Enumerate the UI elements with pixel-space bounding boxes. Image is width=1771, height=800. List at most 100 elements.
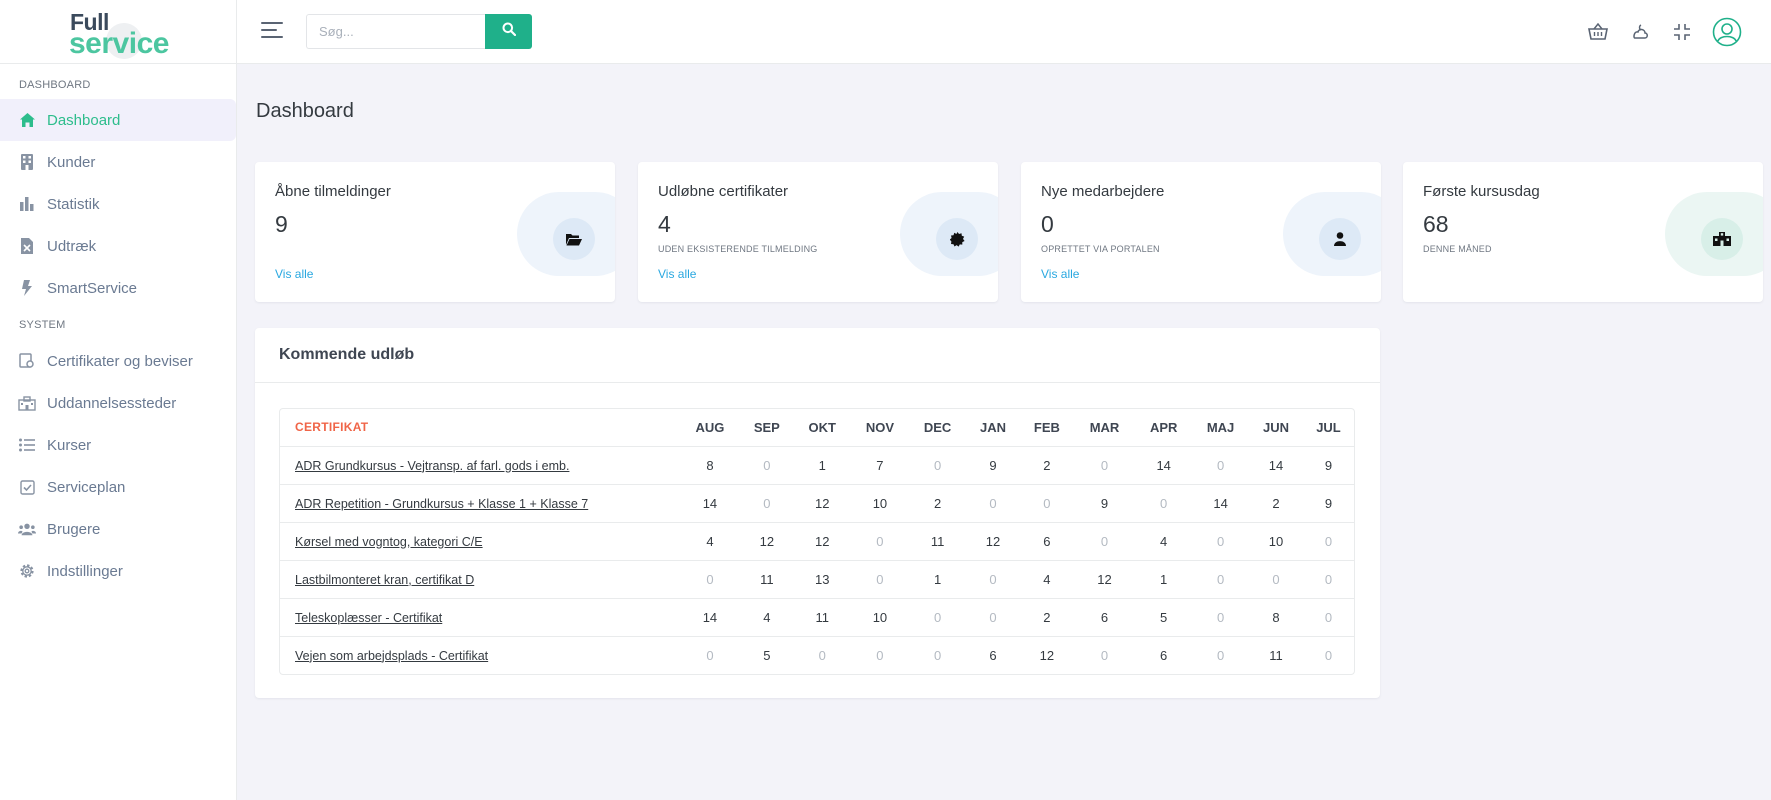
certificate-link[interactable]: ADR Grundkursus - Vejtransp. af farl. go… [295,459,569,473]
month-count-cell: 0 [1192,559,1250,598]
certificate-cell: Vejen som arbejdsplads - Certifikat [280,635,680,674]
certificate-cell: Lastbilmonteret kran, certifikat D [280,559,680,598]
month-count-cell: 5 [1135,597,1193,636]
nav-section-system: SYSTEM [19,319,66,331]
card-title: Åbne tilmeldinger [275,183,391,200]
certificate-icon [18,352,36,370]
certificate-link[interactable]: Lastbilmonteret kran, certifikat D [295,573,474,587]
month-count-cell: 6 [966,635,1020,674]
card-link-view-all[interactable]: Vis alle [658,267,696,281]
sidebar-item-label: Uddannelsessteder [47,394,177,412]
column-header-month: OKT [808,419,836,435]
sidebar-item-kunder[interactable]: Kunder [0,141,236,183]
table-row: Lastbilmonteret kran, certifikat D 0 11 13 0… [280,559,1354,598]
month-count-cell: 0 [1302,559,1354,598]
sidebar-item-label: Certifikater og beviser [47,352,193,370]
certificate-link[interactable]: Vejen som arbejdsplads - Certifikat [295,649,488,663]
month-count-cell: 9 [1073,483,1136,522]
month-count-cell: 12 [1073,559,1136,598]
sidebar-item-udtraek[interactable]: Udtræk [0,225,236,267]
sidebar-item-brugere[interactable]: Brugere [0,508,236,550]
sidebar-item-label: SmartService [47,279,138,297]
page-title: Dashboard [256,100,354,122]
bar-chart-icon [18,195,36,213]
certificate-link[interactable]: Teleskoplæsser - Certifikat [295,611,442,625]
column-header-certificate: CERTIFIKAT [295,420,369,435]
month-count-cell: 0 [966,597,1020,636]
month-count-cell: 14 [1192,483,1250,522]
month-count-cell: 5 [739,635,794,674]
sidebar-item-certifikater[interactable]: Certifikater og beviser [0,340,236,382]
month-count-cell: 13 [793,559,851,598]
panel-title: Kommende udløb [255,328,1380,383]
month-count-cell: 11 [909,521,967,560]
month-count-cell: 0 [966,559,1020,598]
table-row: ADR Grundkursus - Vejtransp. af farl. go… [280,445,1354,484]
stat-card-first-course-day: Første kursusdag 68 DENNE MÅNED [1403,162,1763,302]
month-count-cell: 2 [1019,597,1074,636]
card-link-view-all[interactable]: Vis alle [275,267,313,281]
menu-toggle-icon[interactable] [261,22,283,40]
file-excel-icon [18,237,36,255]
month-count-cell: 11 [1249,635,1303,674]
card-title: Første kursusdag [1423,183,1540,200]
basket-icon[interactable] [1584,18,1612,46]
users-icon [18,520,36,538]
card-subtitle: DENNE MÅNED [1423,244,1492,254]
sidebar-item-uddannelsessteder[interactable]: Uddannelsessteder [0,382,236,424]
card-title: Udløbne certifikater [658,183,789,200]
column-header-month: MAJ [1206,419,1235,435]
month-count-cell: 0 [1302,597,1354,636]
logo-text-service: service [69,26,169,60]
sidebar-item-kurser[interactable]: Kurser [0,424,236,466]
month-count-cell: 0 [1135,483,1193,522]
month-count-cell: 0 [1192,597,1250,636]
certificate-cell: Teleskoplæsser - Certifikat [280,597,680,636]
certificate-cell: Kørsel med vogntog, kategori C/E [280,521,680,560]
sidebar-item-dashboard[interactable]: Dashboard [0,99,236,141]
user-avatar-icon[interactable] [1709,14,1745,50]
school-icon [18,394,36,412]
table-row: ADR Repetition - Grundkursus + Klasse 1 … [280,483,1354,522]
search-button[interactable] [485,14,532,49]
sidebar-item-label: Udtræk [47,237,97,255]
sidebar-item-serviceplan[interactable]: Serviceplan [0,466,236,508]
month-count-cell: 9 [1302,445,1354,484]
expiry-table-wrapper: CERTIFIKAT AUG SEP OKT NOV DEC JAN FEB MAR APR MA… [279,408,1355,675]
sidebar-item-statistik[interactable]: Statistik [0,183,236,225]
month-count-cell: 0 [1192,635,1250,674]
month-count-cell: 0 [909,445,967,484]
month-count-cell: 0 [1019,483,1074,522]
certificate-link[interactable]: Kørsel med vogntog, kategori C/E [295,535,483,549]
sidebar: Full service DASHBOARD Dashboard Kunder … [0,0,237,800]
table-row: Vejen som arbejdsplads - Certifikat 0 5 0 0 0… [280,635,1354,674]
month-count-cell: 0 [1073,445,1136,484]
certificate-cell: ADR Repetition - Grundkursus + Klasse 1 … [280,483,680,522]
sidebar-item-smartservice[interactable]: SmartService [0,267,236,309]
month-count-cell: 10 [850,483,910,522]
search-input[interactable] [306,14,486,49]
stat-card-open-enrollments: Åbne tilmeldinger 9 Vis alle [255,162,615,302]
bolt-icon [18,279,36,297]
card-subtitle: OPRETTET VIA PORTALEN [1041,244,1160,254]
card-link-view-all[interactable]: Vis alle [1041,267,1079,281]
certificate-cell: ADR Grundkursus - Vejtransp. af farl. go… [280,445,680,484]
logo[interactable]: Full service [0,0,236,64]
certificate-link[interactable]: ADR Repetition - Grundkursus + Klasse 1 … [295,497,588,511]
check-square-icon [18,478,36,496]
sidebar-item-label: Statistik [47,195,100,213]
month-count-cell: 1 [793,445,851,484]
month-count-cell: 0 [909,597,967,636]
month-count-cell: 2 [909,483,967,522]
compress-icon[interactable] [1668,18,1696,46]
column-header-month: NOV [865,419,894,435]
month-count-cell: 6 [1019,521,1074,560]
month-count-cell: 14 [680,483,740,522]
month-count-cell: 0 [850,635,910,674]
month-count-cell: 11 [739,559,794,598]
sidebar-item-label: Indstillinger [47,562,123,580]
weather-icon[interactable] [1626,18,1654,46]
sidebar-item-indstillinger[interactable]: Indstillinger [0,550,236,592]
month-count-cell: 14 [680,597,740,636]
column-header-month: JUN [1262,419,1289,435]
